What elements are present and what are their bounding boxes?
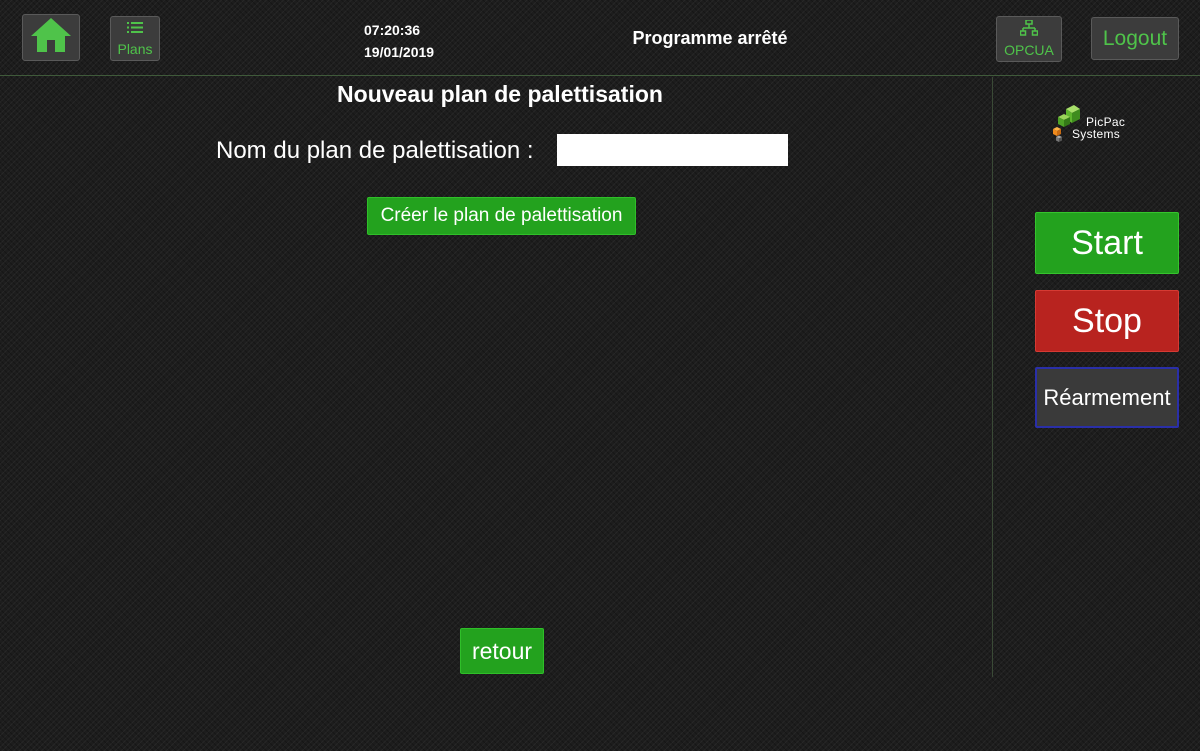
plan-name-input[interactable] [557,134,788,166]
opcua-button[interactable]: OPCUA [996,16,1062,62]
logout-button[interactable]: Logout [1091,17,1179,60]
side-panel-divider [992,77,993,677]
stop-button[interactable]: Stop [1035,290,1179,352]
network-icon [1019,19,1039,41]
create-plan-button[interactable]: Créer le plan de palettisation [367,197,636,235]
header-divider [0,75,1200,76]
page-title: Nouveau plan de palettisation [337,81,663,107]
home-icon [29,16,73,59]
home-button[interactable] [22,14,80,61]
back-button[interactable]: retour [460,628,544,674]
plan-name-label: Nom du plan de palettisation : [216,137,534,164]
reset-button[interactable]: Réarmement [1035,367,1179,428]
clock-time: 07:20:36 [364,22,421,38]
start-button[interactable]: Start [1035,212,1179,274]
list-icon [127,21,143,39]
plans-label: Plans [117,40,153,57]
picpac-logo: PicPac Systems [1050,105,1140,150]
clock-date: 19/01/2019 [364,44,435,60]
clock: 07:20:36 19/01/2019 [364,19,434,63]
plans-button[interactable]: Plans [110,16,160,61]
program-status: Programme arrêté [632,28,788,48]
logo-line2: Systems [1072,127,1121,141]
opcua-label: OPCUA [1004,42,1054,58]
